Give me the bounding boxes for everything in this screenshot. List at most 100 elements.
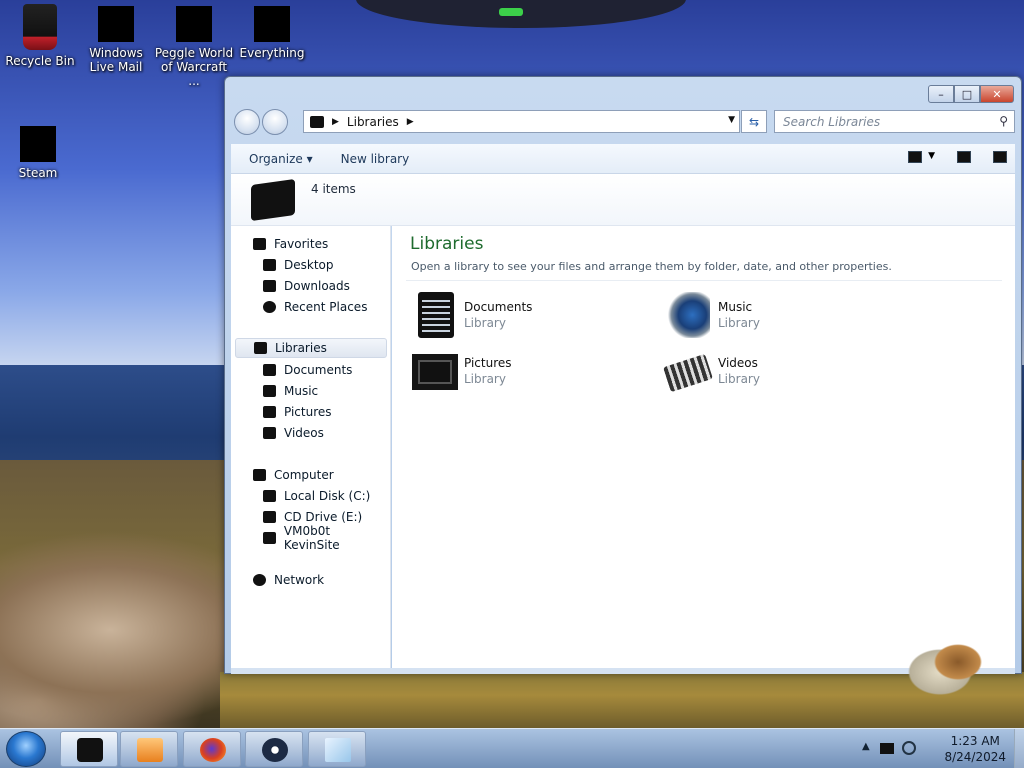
picture-frame-icon	[412, 354, 458, 390]
address-bar[interactable]: ▶ Libraries ▶ ▼	[303, 110, 740, 133]
nav-label: Favorites	[274, 237, 329, 251]
breadcrumb-libraries[interactable]: Libraries	[347, 115, 399, 129]
nav-label: Computer	[274, 468, 334, 482]
peggle-icon	[176, 6, 212, 42]
back-button[interactable]	[234, 109, 260, 135]
show-hidden-icons-icon[interactable]: ▲	[862, 741, 870, 752]
nav-libraries[interactable]: Libraries	[235, 338, 387, 358]
library-type: Library	[464, 316, 506, 330]
minimize-button[interactable]: –	[928, 85, 954, 103]
taskbar-steam[interactable]	[245, 731, 303, 767]
computer-icon	[253, 469, 266, 481]
desktop-icon-everything[interactable]: Everything	[232, 0, 312, 60]
nav-label: Documents	[284, 363, 353, 377]
desktop-icon-label: Recycle Bin	[5, 54, 75, 68]
library-type: Library	[718, 372, 760, 386]
close-button[interactable]: ✕	[980, 85, 1014, 103]
address-dropdown-icon[interactable]: ▼	[728, 115, 735, 125]
view-dropdown-icon[interactable]: ▼	[928, 151, 935, 163]
desktop-icon-windows-live-mail[interactable]: Windows Live Mail	[76, 0, 156, 74]
breadcrumb-arrow-icon[interactable]: ▶	[332, 117, 339, 127]
documents-icon	[418, 292, 454, 338]
everything-icon	[254, 6, 290, 42]
taskbar-firefox[interactable]	[183, 731, 241, 767]
nav-computer[interactable]: Computer	[231, 465, 389, 485]
desktop-icon-peggle[interactable]: Peggle World of Warcraft ...	[154, 0, 234, 88]
maximize-button[interactable]: □	[954, 85, 980, 103]
view-controls: ▼	[886, 151, 1007, 163]
nav-videos[interactable]: Videos	[231, 423, 389, 443]
steam-icon	[262, 738, 288, 762]
details-header: 4 items	[231, 174, 1015, 226]
nav-desktop[interactable]: Desktop	[231, 255, 389, 275]
film-strip-icon	[663, 353, 713, 393]
library-name: Music	[718, 300, 753, 314]
nav-pictures[interactable]: Pictures	[231, 402, 389, 422]
notepad-icon	[325, 738, 351, 762]
library-documents[interactable]: Documents Library	[412, 292, 632, 340]
clock-date: 8/24/2024	[944, 750, 1006, 764]
recycle-bin-icon	[23, 4, 57, 50]
library-name: Pictures	[464, 356, 512, 370]
library-type: Library	[718, 316, 760, 330]
taskbar-notepad[interactable]	[308, 731, 366, 767]
nav-label: Desktop	[284, 258, 334, 272]
new-library-button[interactable]: New library	[327, 152, 424, 166]
search-input[interactable]: Search Libraries ⚲	[774, 110, 1015, 133]
music-icon	[263, 385, 276, 397]
libraries-large-icon	[251, 178, 295, 222]
navigation-buttons	[234, 109, 290, 135]
desktop-icon-label: Windows Live Mail	[89, 46, 143, 74]
gadget-light	[499, 8, 523, 16]
clock[interactable]: 1:23 AM 8/24/2024	[944, 733, 1006, 765]
hamster-gadget[interactable]	[900, 622, 1000, 704]
library-type: Library	[464, 372, 506, 386]
caption-buttons: – □ ✕	[928, 85, 1014, 103]
breadcrumb-arrow-icon[interactable]: ▶	[407, 117, 414, 127]
divider	[406, 280, 1002, 281]
library-videos[interactable]: Videos Library	[663, 348, 886, 396]
action-center-icon[interactable]	[880, 743, 894, 754]
steam-icon	[20, 126, 56, 162]
library-pictures[interactable]: Pictures Library	[412, 348, 632, 396]
explorer-window[interactable]: – □ ✕ ▶ Libraries ▶ ▼ ⇆ Search Libraries…	[224, 76, 1022, 674]
taskbar-media-player[interactable]	[120, 731, 178, 767]
nav-recent-places[interactable]: Recent Places	[231, 297, 389, 317]
mail-icon	[98, 6, 134, 42]
nav-network[interactable]: Network	[231, 570, 389, 590]
desktop-icon-label: Everything	[239, 46, 305, 60]
library-name: Videos	[718, 356, 758, 370]
nav-documents[interactable]: Documents	[231, 360, 389, 380]
nav-vm-share[interactable]: VM0b0t KevinSite	[231, 524, 389, 552]
clock-time: 1:23 AM	[950, 734, 1000, 748]
help-icon[interactable]	[993, 151, 1007, 163]
star-icon	[253, 238, 266, 250]
item-count: 4 items	[311, 182, 356, 196]
network-drive-icon	[263, 532, 276, 544]
preview-pane-icon[interactable]	[957, 151, 971, 163]
show-desktop-button[interactable]	[1014, 729, 1024, 768]
change-view-icon[interactable]	[908, 151, 923, 163]
library-music[interactable]: Music Library	[666, 292, 886, 340]
desktop-icon-recycle-bin[interactable]: Recycle Bin	[0, 0, 80, 68]
command-bar: Organize ▾ New library ▼	[231, 144, 1015, 174]
media-player-icon	[137, 738, 163, 762]
nav-favorites[interactable]: Favorites	[231, 234, 389, 254]
search-icon[interactable]: ⚲	[999, 114, 1008, 128]
nav-downloads[interactable]: Downloads	[231, 276, 389, 296]
network-status-icon[interactable]	[902, 741, 916, 755]
taskbar-explorer[interactable]	[60, 731, 118, 767]
nav-label: Libraries	[275, 341, 327, 355]
start-button[interactable]	[6, 731, 46, 767]
system-tray: ▲ 1:23 AM 8/24/2024	[854, 729, 1024, 768]
network-icon	[253, 574, 266, 586]
explorer-icon	[77, 738, 103, 762]
nav-music[interactable]: Music	[231, 381, 389, 401]
nav-label: Videos	[284, 426, 324, 440]
nav-local-disk[interactable]: Local Disk (C:)	[231, 486, 389, 506]
desktop-icon-steam[interactable]: Steam	[0, 112, 76, 180]
videos-icon	[263, 427, 276, 439]
organize-button[interactable]: Organize ▾	[231, 152, 327, 166]
forward-button[interactable]	[262, 109, 288, 135]
refresh-button[interactable]: ⇆	[741, 110, 767, 133]
